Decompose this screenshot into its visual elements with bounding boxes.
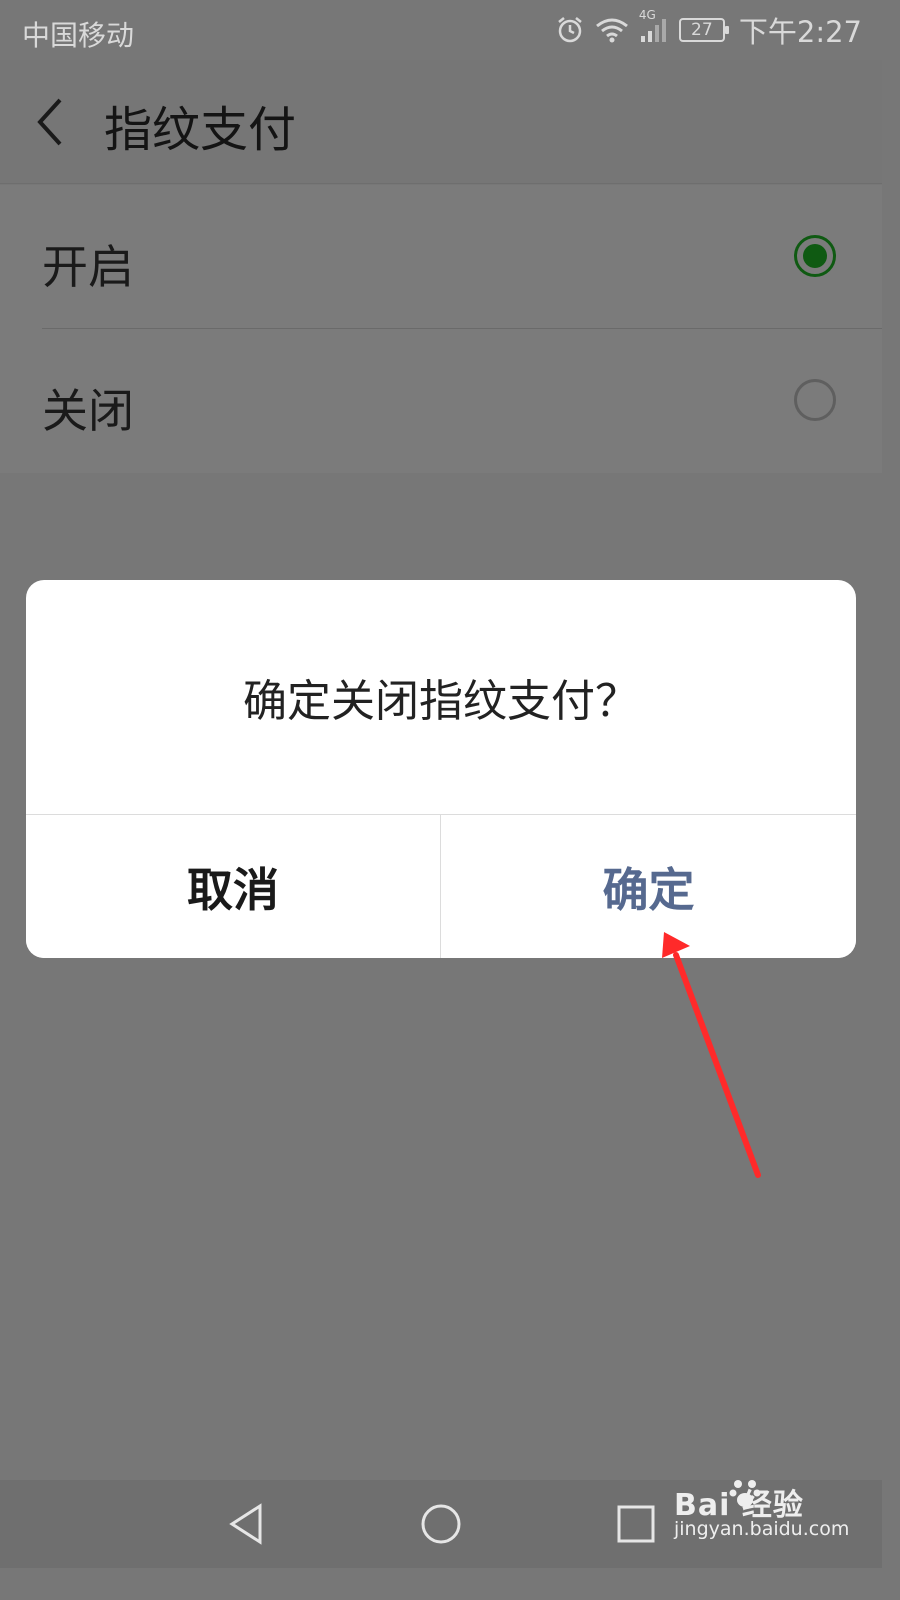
page-title: 指纹支付 <box>104 102 297 158</box>
chevron-left-icon <box>37 98 62 146</box>
network-type: 4G <box>638 8 656 22</box>
status-icons: 4G 27 下午2:27 <box>555 8 862 49</box>
status-bar: 中国移动 4G 27 下午2:27 <box>0 0 882 60</box>
radio-unselected-icon[interactable] <box>794 379 836 421</box>
cancel-button[interactable]: 取消 <box>26 815 440 958</box>
option-disable-label: 关闭 <box>42 384 134 438</box>
confirm-dialog: 确定关闭指纹支付？ 取消 确定 <box>26 580 856 958</box>
baidu-jingyan-watermark: Bai 经验 jingyan.baidu.com <box>674 1472 849 1552</box>
nav-home-icon[interactable] <box>419 1502 463 1546</box>
option-disable[interactable]: 关闭 <box>0 329 882 473</box>
option-enable[interactable]: 开启 <box>0 185 882 329</box>
nav-back-icon[interactable] <box>224 1502 268 1546</box>
alarm-icon <box>555 15 585 45</box>
title-bar: 指纹支付 <box>0 60 882 184</box>
confirm-button[interactable]: 确定 <box>441 815 856 958</box>
radio-selected-icon[interactable] <box>794 235 836 277</box>
carrier-name: 中国移动 <box>22 19 135 52</box>
option-enable-label: 开启 <box>42 240 134 294</box>
dialog-message: 确定关闭指纹支付？ <box>243 676 639 727</box>
fingerprint-options: 开启 关闭 <box>0 185 882 473</box>
watermark-site: jingyan.baidu.com <box>674 1518 850 1540</box>
cellular-signal-icon: 4G <box>639 8 669 44</box>
battery-icon: 27 <box>678 18 729 42</box>
wifi-icon <box>595 16 629 44</box>
paw-icon <box>729 1480 761 1507</box>
nav-recents-icon[interactable] <box>616 1502 656 1546</box>
back-button[interactable] <box>28 94 72 150</box>
status-time: 下午2:27 <box>738 15 862 49</box>
